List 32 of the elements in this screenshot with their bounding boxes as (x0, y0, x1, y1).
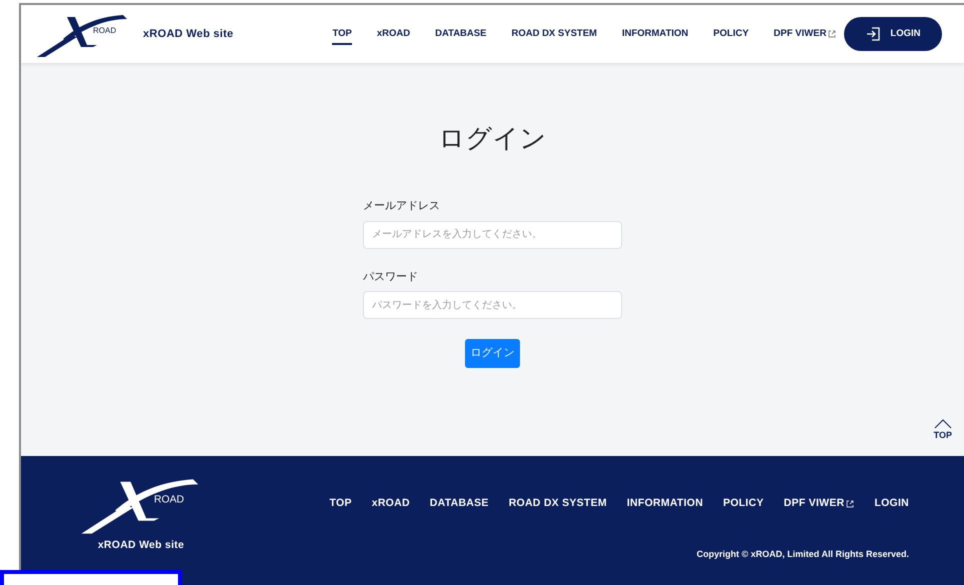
footer-link[interactable]: DPF VIWER (784, 496, 854, 512)
site-name: xROAD Web site (143, 26, 234, 42)
login-icon (866, 27, 880, 41)
nav-link[interactable]: DATABASE (435, 22, 486, 46)
footer-link[interactable]: POLICY (723, 496, 764, 512)
footer-link[interactable]: TOP (330, 496, 352, 512)
copyright-text: Copyright © xROAD, Limited All Rights Reserved. (696, 548, 909, 561)
field-label: パスワード (363, 270, 419, 284)
page-title: ログイン (438, 122, 546, 155)
footer-link[interactable]: ROAD DX SYSTEM (508, 496, 607, 512)
logo-text: ROAD (93, 27, 116, 35)
nav-link[interactable]: ROAD DX SYSTEM (511, 22, 597, 46)
footer-link[interactable]: DATABASE (430, 496, 489, 512)
footer-link[interactable]: LOGIN (874, 496, 909, 512)
field-label: メールアドレス (363, 199, 441, 214)
login-button[interactable]: LOGIN (844, 17, 942, 51)
footer-link[interactable]: xROAD (372, 496, 410, 512)
submit-button[interactable]: ログイン (465, 339, 520, 368)
logo-text: ROAD (154, 494, 184, 506)
input-field[interactable]: メールアドレスを入力してください。 (363, 220, 622, 248)
nav-link[interactable]: TOP (332, 22, 352, 46)
nav-link[interactable]: POLICY (713, 22, 749, 46)
footer-link[interactable]: INFORMATION (626, 496, 704, 512)
input-field[interactable]: パスワードを入力してください。 (363, 291, 622, 319)
site-name: xROAD Web site (98, 538, 184, 553)
back-to-top-button[interactable]: TOP (934, 418, 952, 442)
nav-link[interactable]: xROAD (376, 22, 410, 46)
external-link-icon (828, 30, 836, 38)
nav-link[interactable]: DPF VIWER (774, 22, 836, 46)
external-link-icon (846, 500, 854, 508)
chevron-up-icon (934, 418, 952, 428)
nav-link[interactable]: INFORMATION (622, 22, 688, 46)
